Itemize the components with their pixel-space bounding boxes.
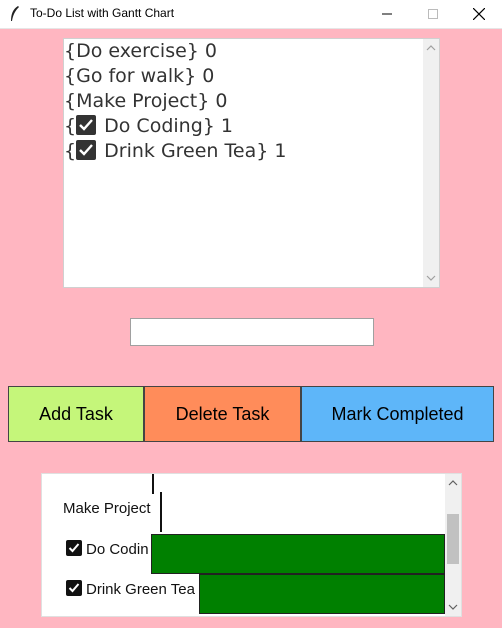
gantt-row-label: Drink Green Tea — [66, 580, 195, 598]
checkmark-icon — [76, 115, 97, 135]
list-item[interactable]: { Drink Green Tea} 1 — [64, 139, 423, 164]
minimize-icon — [382, 13, 392, 15]
list-item-text: Go for walk} 0 — [76, 65, 215, 87]
task-list: {Do exercise} 0 {Go for walk} 0 {Make Pr… — [64, 39, 423, 287]
list-item-text: Do Coding} 1 — [98, 115, 233, 137]
delete-task-button[interactable]: Delete Task — [144, 386, 301, 442]
list-scrollbar[interactable] — [423, 39, 439, 287]
gantt-bar — [199, 574, 445, 614]
maximize-button[interactable] — [410, 0, 456, 28]
mark-completed-button[interactable]: Mark Completed — [301, 386, 494, 442]
gantt-tick — [152, 474, 154, 494]
gantt-canvas: Make Project Do Codin Drink Green Tea — [42, 474, 445, 616]
gantt-scrollbar[interactable] — [445, 474, 461, 616]
task-listbox[interactable]: {Do exercise} 0 {Go for walk} 0 {Make Pr… — [63, 38, 440, 288]
maximize-icon — [428, 9, 438, 19]
list-item-prefix: { — [64, 40, 77, 62]
gantt-row-label: Make Project — [63, 500, 151, 517]
task-input[interactable] — [130, 318, 374, 346]
list-item[interactable]: {Go for walk} 0 — [64, 64, 423, 89]
gantt-row-text: Do Codin — [86, 541, 149, 558]
list-item-prefix: { — [64, 115, 77, 137]
minimize-button[interactable] — [364, 0, 410, 28]
list-item-prefix: { — [64, 140, 77, 162]
gantt-bar — [151, 534, 445, 574]
checkmark-icon — [66, 580, 82, 596]
close-button[interactable] — [456, 0, 502, 28]
scrollbar-thumb[interactable] — [447, 514, 459, 564]
list-item-prefix: { — [64, 65, 77, 87]
checkmark-icon — [76, 140, 97, 160]
list-item[interactable]: {Make Project} 0 — [64, 89, 423, 114]
window-title: To-Do List with Gantt Chart — [30, 6, 175, 20]
scroll-down-icon[interactable] — [448, 602, 458, 612]
feather-icon — [11, 6, 19, 21]
gantt-row-label: Do Codin — [66, 540, 149, 558]
gantt-row-text: Drink Green Tea — [86, 581, 195, 598]
list-item[interactable]: {Do exercise} 0 — [64, 39, 423, 64]
list-item-text: Drink Green Tea} 1 — [98, 140, 287, 162]
checkmark-icon — [66, 540, 82, 556]
add-task-button[interactable]: Add Task — [8, 386, 144, 442]
list-item[interactable]: { Do Coding} 1 — [64, 114, 423, 139]
scroll-up-icon[interactable] — [426, 43, 436, 53]
list-item-text: Do exercise} 0 — [76, 40, 218, 62]
gantt-tick — [160, 492, 162, 532]
scroll-up-icon[interactable] — [448, 478, 458, 488]
gantt-chart: Make Project Do Codin Drink Green Tea — [41, 473, 462, 617]
close-icon — [473, 8, 485, 20]
title-bar: To-Do List with Gantt Chart — [0, 0, 502, 29]
list-item-text: Make Project} 0 — [76, 90, 228, 112]
list-item-prefix: { — [64, 90, 77, 112]
scroll-down-icon[interactable] — [426, 273, 436, 283]
